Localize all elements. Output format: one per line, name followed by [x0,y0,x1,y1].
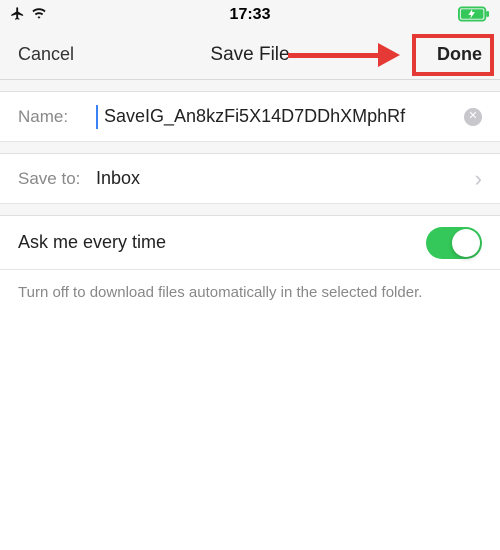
status-bar: 17:33 [0,0,500,30]
save-to-value: Inbox [96,168,475,189]
battery-charging-icon [458,6,490,25]
status-time: 17:33 [230,6,271,24]
page-title: Save File [210,44,289,66]
ask-every-time-toggle[interactable] [426,227,482,259]
save-to-label: Save to: [18,169,96,189]
annotation-highlight-box [412,34,494,76]
ask-every-time-row: Ask me every time [0,216,500,270]
text-cursor [96,105,98,129]
cancel-button[interactable]: Cancel [18,44,74,65]
clear-input-button[interactable]: ✕ [464,108,482,126]
toggle-label: Ask me every time [18,232,166,253]
description-text: Turn off to download files automatically… [0,270,500,315]
nav-bar: Cancel Save File Done [0,30,500,80]
name-input[interactable]: SaveIG_An8kzFi5X14D7DDhXMphRf [104,106,452,127]
save-to-row[interactable]: Save to: Inbox › [0,154,500,204]
close-icon: ✕ [468,111,477,122]
name-label: Name: [18,107,96,127]
chevron-right-icon: › [475,166,482,192]
airplane-mode-icon [10,6,25,24]
annotation-arrow [288,48,408,62]
name-row[interactable]: Name: SaveIG_An8kzFi5X14D7DDhXMphRf ✕ [0,92,500,142]
wifi-icon [31,7,47,23]
